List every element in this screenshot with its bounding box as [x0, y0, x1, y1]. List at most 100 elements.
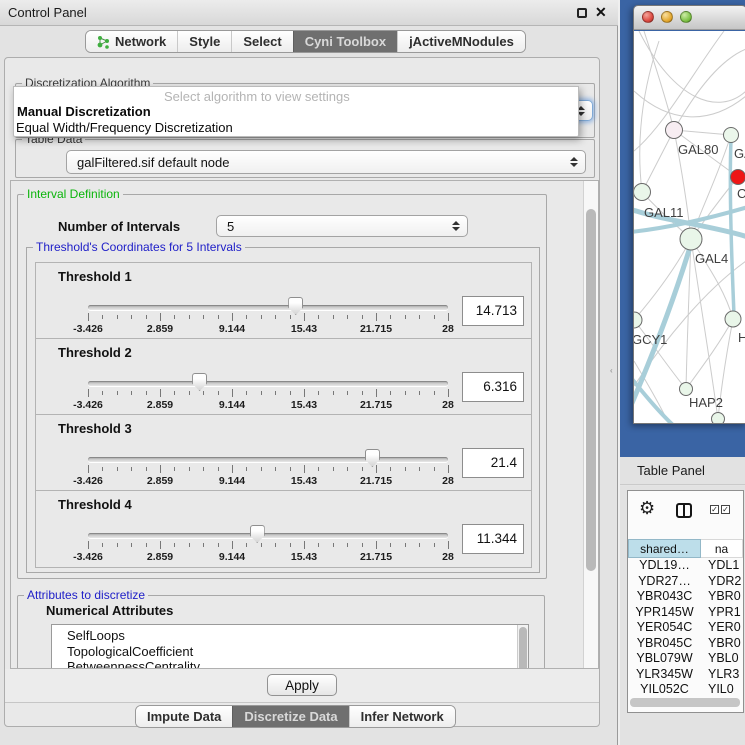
- close-icon[interactable]: ✕: [595, 4, 607, 21]
- threshold-value-field[interactable]: 6.316: [462, 372, 524, 402]
- table-data-combobox[interactable]: galFiltered.sif default node: [66, 150, 586, 174]
- tab-discretize-data[interactable]: Discretize Data: [232, 706, 348, 727]
- checkbox-icon[interactable]: ✓: [710, 505, 719, 514]
- table-row[interactable]: YLR345WYLR3: [628, 667, 743, 683]
- threshold-value-field[interactable]: 21.4: [462, 448, 524, 478]
- cell-name[interactable]: YER0: [701, 620, 743, 636]
- threshold-value-field[interactable]: 11.344: [462, 524, 524, 554]
- network-node[interactable]: [724, 128, 739, 143]
- gear-icon[interactable]: ⚙: [639, 499, 655, 517]
- network-node-label: HAP2: [689, 395, 723, 410]
- tick-mark: [189, 543, 190, 547]
- table-row[interactable]: YIL052CYIL0: [628, 682, 743, 698]
- number-of-intervals-combobox[interactable]: 5: [216, 215, 468, 237]
- tick-mark: [405, 315, 406, 319]
- horizontal-scrollbar-thumb[interactable]: [630, 698, 740, 707]
- checkbox-icon[interactable]: ✓: [721, 505, 730, 514]
- threshold-label: Threshold 1: [58, 269, 132, 284]
- tab-impute-data[interactable]: Impute Data: [136, 706, 232, 727]
- tick-label: 9.144: [219, 399, 245, 411]
- column-header-name[interactable]: na: [701, 539, 743, 558]
- table-row[interactable]: YBR045CYBR0: [628, 636, 743, 652]
- network-node[interactable]: [634, 312, 642, 328]
- table-row[interactable]: YPR145WYPR1: [628, 605, 743, 621]
- network-canvas[interactable]: GAL80GACGAL11GAL4GCY1HHAP2: [634, 31, 745, 424]
- tick-mark: [376, 465, 377, 473]
- cell-name[interactable]: YBR0: [701, 636, 743, 652]
- network-node[interactable]: [680, 228, 702, 250]
- cell-shared-name[interactable]: YBR045C: [628, 636, 701, 652]
- dropdown-option-equal-width[interactable]: Equal Width/Frequency Discretization: [16, 120, 233, 135]
- cell-shared-name[interactable]: YLR345W: [628, 667, 701, 683]
- cell-shared-name[interactable]: YBL079W: [628, 651, 701, 667]
- close-traffic-light[interactable]: [642, 11, 654, 23]
- tick-mark: [203, 467, 204, 471]
- slider-tick-labels: -3.4262.8599.14415.4321.71528: [88, 323, 448, 335]
- tab-label: Discretize Data: [244, 709, 337, 724]
- cell-shared-name[interactable]: YER054C: [628, 620, 701, 636]
- cell-name[interactable]: YLR3: [701, 667, 743, 683]
- network-node[interactable]: [634, 184, 651, 201]
- cell-name[interactable]: YPR1: [701, 605, 743, 621]
- network-node-label: GAL80: [678, 142, 718, 157]
- slider-track[interactable]: [88, 381, 448, 386]
- float-window-icon[interactable]: [577, 8, 587, 18]
- threshold-slider[interactable]: -3.4262.8599.14415.4321.71528: [88, 445, 448, 489]
- tab-infer-network[interactable]: Infer Network: [349, 706, 455, 727]
- cell-name[interactable]: YBR0: [701, 589, 743, 605]
- vertical-scrollbar-thumb[interactable]: [586, 209, 596, 571]
- column-header-shared-name[interactable]: shared…: [628, 539, 701, 558]
- tab-network[interactable]: Network: [86, 31, 177, 52]
- vertical-scrollbar[interactable]: [583, 181, 598, 668]
- tab-cyni-toolbox[interactable]: Cyni Toolbox: [293, 31, 397, 52]
- network-node[interactable]: [712, 413, 725, 425]
- threshold-row: Threshold 1 -3.4262.8599.14415.4321.7152…: [36, 263, 531, 339]
- threshold-slider[interactable]: -3.4262.8599.14415.4321.71528: [88, 521, 448, 565]
- attribute-list-item[interactable]: TopologicalCoefficient: [52, 644, 528, 660]
- table-row[interactable]: YDR27…YDR2: [628, 574, 743, 590]
- cell-name[interactable]: YDL1: [701, 558, 743, 574]
- table-row[interactable]: YER054CYER0: [628, 620, 743, 636]
- network-node[interactable]: [666, 122, 683, 139]
- cell-shared-name[interactable]: YBR043C: [628, 589, 701, 605]
- cell-shared-name[interactable]: YDR27…: [628, 574, 701, 590]
- table-row[interactable]: YBR043CYBR0: [628, 589, 743, 605]
- threshold-slider[interactable]: -3.4262.8599.14415.4321.71528: [88, 369, 448, 413]
- cell-name[interactable]: YBL0: [701, 651, 743, 667]
- tick-mark: [434, 391, 435, 395]
- threshold-value-field[interactable]: 14.713: [462, 296, 524, 326]
- list-scrollbar[interactable]: [517, 625, 528, 669]
- tab-select[interactable]: Select: [231, 31, 292, 52]
- tab-style[interactable]: Style: [177, 31, 231, 52]
- table-row[interactable]: YDL19…YDL1: [628, 558, 743, 574]
- tick-mark: [174, 315, 175, 319]
- network-node[interactable]: [725, 311, 741, 327]
- table-panel-header: Table Panel: [620, 457, 745, 485]
- network-node[interactable]: [731, 170, 745, 185]
- slider-track[interactable]: [88, 533, 448, 538]
- control-panel-title: Control Panel: [8, 5, 87, 20]
- tick-mark: [347, 467, 348, 471]
- cell-shared-name[interactable]: YIL052C: [628, 682, 701, 698]
- cell-name[interactable]: YIL0: [701, 682, 743, 698]
- zoom-traffic-light[interactable]: [680, 11, 692, 23]
- apply-button[interactable]: Apply: [267, 674, 337, 696]
- attribute-list-item[interactable]: SelfLoops: [52, 625, 528, 644]
- tick-mark: [218, 391, 219, 395]
- minimize-traffic-light[interactable]: [661, 11, 673, 23]
- columns-icon[interactable]: [676, 503, 692, 518]
- list-scrollbar-thumb[interactable]: [519, 627, 527, 669]
- network-node[interactable]: [680, 383, 693, 396]
- splitter-grip[interactable]: ‹: [610, 366, 615, 376]
- dropdown-option-manual[interactable]: Manual Discretization: [17, 104, 151, 119]
- slider-track[interactable]: [88, 457, 448, 462]
- threshold-slider[interactable]: -3.4262.8599.14415.4321.71528: [88, 293, 448, 337]
- cell-shared-name[interactable]: YDL19…: [628, 558, 701, 574]
- slider-track[interactable]: [88, 305, 448, 310]
- tab-jactivemnodules[interactable]: jActiveMNodules: [397, 31, 525, 52]
- attribute-list-item[interactable]: BetweennessCentrality: [52, 659, 528, 669]
- cell-shared-name[interactable]: YPR145W: [628, 605, 701, 621]
- tick-mark: [189, 315, 190, 319]
- table-row[interactable]: YBL079WYBL0: [628, 651, 743, 667]
- cell-name[interactable]: YDR2: [701, 574, 743, 590]
